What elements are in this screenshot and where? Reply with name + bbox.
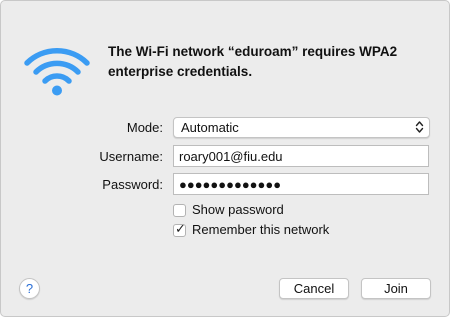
chevron-up-down-icon [415,121,424,133]
join-button[interactable]: Join [361,278,431,299]
show-password-checkbox[interactable] [173,203,186,217]
mode-label: Mode: [126,120,163,135]
password-label: Password: [102,177,163,192]
remember-network-option[interactable]: ✓ Remember this network [173,221,329,239]
wifi-credentials-dialog: The Wi-Fi network “eduroam” requires WPA… [0,0,450,317]
checkmark-icon: ✓ [175,220,186,236]
dialog-title: The Wi-Fi network “eduroam” requires WPA… [108,44,398,79]
password-field[interactable] [173,173,429,195]
show-password-option[interactable]: Show password [173,201,284,219]
mode-select[interactable]: Automatic [173,117,430,138]
remember-network-checkbox[interactable]: ✓ [173,220,186,237]
show-password-label: Show password [192,202,284,217]
mode-select-value: Automatic [181,120,239,135]
cancel-button[interactable]: Cancel [279,278,349,299]
help-button[interactable]: ? [19,278,40,299]
wifi-icon [24,48,90,96]
remember-network-label: Remember this network [192,222,330,237]
username-label: Username: [99,149,163,164]
username-field[interactable] [173,145,429,167]
